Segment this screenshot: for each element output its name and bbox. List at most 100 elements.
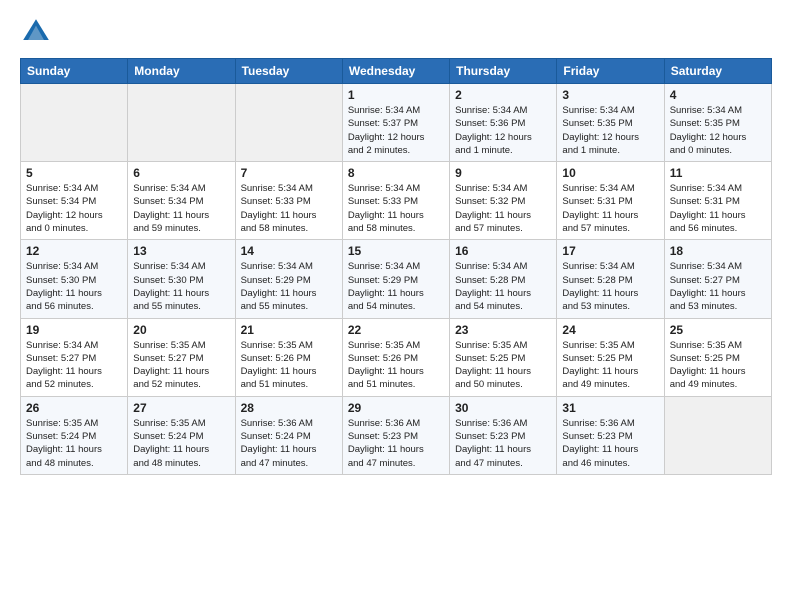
calendar-cell: 7 Sunrise: 5:34 AM Sunset: 5:33 PM Daylig…	[235, 162, 342, 240]
logo-icon	[20, 16, 52, 48]
calendar-cell: 4 Sunrise: 5:34 AM Sunset: 5:35 PM Daylig…	[664, 84, 771, 162]
weekday-wednesday: Wednesday	[342, 59, 449, 84]
calendar-cell: 31 Sunrise: 5:36 AM Sunset: 5:23 PM Dayli…	[557, 396, 664, 474]
calendar-cell: 12 Sunrise: 5:34 AM Sunset: 5:30 PM Dayli…	[21, 240, 128, 318]
day-number: 31	[562, 401, 658, 415]
calendar-cell: 11 Sunrise: 5:34 AM Sunset: 5:31 PM Dayli…	[664, 162, 771, 240]
day-number: 17	[562, 244, 658, 258]
day-info: Sunrise: 5:35 AM Sunset: 5:27 PM Dayligh…	[133, 339, 229, 392]
day-info: Sunrise: 5:36 AM Sunset: 5:23 PM Dayligh…	[562, 417, 658, 470]
day-info: Sunrise: 5:36 AM Sunset: 5:24 PM Dayligh…	[241, 417, 337, 470]
day-info: Sunrise: 5:34 AM Sunset: 5:27 PM Dayligh…	[670, 260, 766, 313]
page: SundayMondayTuesdayWednesdayThursdayFrid…	[0, 0, 792, 487]
day-number: 4	[670, 88, 766, 102]
day-info: Sunrise: 5:34 AM Sunset: 5:30 PM Dayligh…	[26, 260, 122, 313]
logo	[20, 16, 58, 48]
day-info: Sunrise: 5:36 AM Sunset: 5:23 PM Dayligh…	[348, 417, 444, 470]
day-number: 30	[455, 401, 551, 415]
calendar-cell: 26 Sunrise: 5:35 AM Sunset: 5:24 PM Dayli…	[21, 396, 128, 474]
day-number: 27	[133, 401, 229, 415]
day-info: Sunrise: 5:34 AM Sunset: 5:33 PM Dayligh…	[241, 182, 337, 235]
calendar-cell	[21, 84, 128, 162]
calendar-cell: 30 Sunrise: 5:36 AM Sunset: 5:23 PM Dayli…	[450, 396, 557, 474]
day-number: 14	[241, 244, 337, 258]
day-number: 25	[670, 323, 766, 337]
day-number: 3	[562, 88, 658, 102]
day-info: Sunrise: 5:34 AM Sunset: 5:33 PM Dayligh…	[348, 182, 444, 235]
day-info: Sunrise: 5:34 AM Sunset: 5:28 PM Dayligh…	[455, 260, 551, 313]
calendar-cell: 17 Sunrise: 5:34 AM Sunset: 5:28 PM Dayli…	[557, 240, 664, 318]
calendar-cell: 27Sunrise: 5:35 AM Sunset: 5:24 PM Dayli…	[128, 396, 235, 474]
day-info: Sunrise: 5:34 AM Sunset: 5:35 PM Dayligh…	[670, 104, 766, 157]
day-info: Sunrise: 5:34 AM Sunset: 5:37 PM Dayligh…	[348, 104, 444, 157]
day-info: Sunrise: 5:35 AM Sunset: 5:25 PM Dayligh…	[670, 339, 766, 392]
day-number: 21	[241, 323, 337, 337]
day-info: Sunrise: 5:34 AM Sunset: 5:36 PM Dayligh…	[455, 104, 551, 157]
calendar-week-2: 5 Sunrise: 5:34 AM Sunset: 5:34 PM Daylig…	[21, 162, 772, 240]
day-number: 28	[241, 401, 337, 415]
day-info: Sunrise: 5:34 AM Sunset: 5:34 PM Dayligh…	[26, 182, 122, 235]
calendar-cell: 9Sunrise: 5:34 AM Sunset: 5:32 PM Daylig…	[450, 162, 557, 240]
day-info: Sunrise: 5:35 AM Sunset: 5:26 PM Dayligh…	[241, 339, 337, 392]
calendar-cell: 21 Sunrise: 5:35 AM Sunset: 5:26 PM Dayli…	[235, 318, 342, 396]
day-info: Sunrise: 5:35 AM Sunset: 5:24 PM Dayligh…	[26, 417, 122, 470]
calendar-cell: 8 Sunrise: 5:34 AM Sunset: 5:33 PM Daylig…	[342, 162, 449, 240]
day-number: 7	[241, 166, 337, 180]
calendar-cell: 28 Sunrise: 5:36 AM Sunset: 5:24 PM Dayli…	[235, 396, 342, 474]
calendar-cell: 3Sunrise: 5:34 AM Sunset: 5:35 PM Daylig…	[557, 84, 664, 162]
day-info: Sunrise: 5:35 AM Sunset: 5:25 PM Dayligh…	[455, 339, 551, 392]
calendar-week-3: 12 Sunrise: 5:34 AM Sunset: 5:30 PM Dayli…	[21, 240, 772, 318]
day-number: 26	[26, 401, 122, 415]
weekday-saturday: Saturday	[664, 59, 771, 84]
calendar-cell: 18 Sunrise: 5:34 AM Sunset: 5:27 PM Dayli…	[664, 240, 771, 318]
day-info: Sunrise: 5:34 AM Sunset: 5:34 PM Dayligh…	[133, 182, 229, 235]
calendar-cell: 13Sunrise: 5:34 AM Sunset: 5:30 PM Dayli…	[128, 240, 235, 318]
day-number: 19	[26, 323, 122, 337]
day-number: 11	[670, 166, 766, 180]
day-info: Sunrise: 5:34 AM Sunset: 5:31 PM Dayligh…	[670, 182, 766, 235]
calendar-cell: 14 Sunrise: 5:34 AM Sunset: 5:29 PM Dayli…	[235, 240, 342, 318]
calendar-cell	[128, 84, 235, 162]
calendar-cell: 24 Sunrise: 5:35 AM Sunset: 5:25 PM Dayli…	[557, 318, 664, 396]
weekday-monday: Monday	[128, 59, 235, 84]
calendar-cell: 23 Sunrise: 5:35 AM Sunset: 5:25 PM Dayli…	[450, 318, 557, 396]
calendar-cell: 20 Sunrise: 5:35 AM Sunset: 5:27 PM Dayli…	[128, 318, 235, 396]
calendar-cell: 19 Sunrise: 5:34 AM Sunset: 5:27 PM Dayli…	[21, 318, 128, 396]
day-number: 13	[133, 244, 229, 258]
day-info: Sunrise: 5:36 AM Sunset: 5:23 PM Dayligh…	[455, 417, 551, 470]
day-number: 1	[348, 88, 444, 102]
day-number: 20	[133, 323, 229, 337]
day-number: 8	[348, 166, 444, 180]
day-number: 12	[26, 244, 122, 258]
day-info: Sunrise: 5:34 AM Sunset: 5:29 PM Dayligh…	[241, 260, 337, 313]
day-info: Sunrise: 5:35 AM Sunset: 5:26 PM Dayligh…	[348, 339, 444, 392]
day-info: Sunrise: 5:34 AM Sunset: 5:28 PM Dayligh…	[562, 260, 658, 313]
weekday-sunday: Sunday	[21, 59, 128, 84]
calendar-cell	[664, 396, 771, 474]
weekday-friday: Friday	[557, 59, 664, 84]
day-number: 22	[348, 323, 444, 337]
calendar-week-1: 1 Sunrise: 5:34 AM Sunset: 5:37 PM Daylig…	[21, 84, 772, 162]
calendar-cell: 15Sunrise: 5:34 AM Sunset: 5:29 PM Dayli…	[342, 240, 449, 318]
day-number: 18	[670, 244, 766, 258]
day-info: Sunrise: 5:34 AM Sunset: 5:31 PM Dayligh…	[562, 182, 658, 235]
calendar-cell: 25 Sunrise: 5:35 AM Sunset: 5:25 PM Dayli…	[664, 318, 771, 396]
calendar-cell: 22 Sunrise: 5:35 AM Sunset: 5:26 PM Dayli…	[342, 318, 449, 396]
calendar-week-5: 26 Sunrise: 5:35 AM Sunset: 5:24 PM Dayli…	[21, 396, 772, 474]
calendar-cell: 6Sunrise: 5:34 AM Sunset: 5:34 PM Daylig…	[128, 162, 235, 240]
calendar-cell: 16 Sunrise: 5:34 AM Sunset: 5:28 PM Dayli…	[450, 240, 557, 318]
day-number: 16	[455, 244, 551, 258]
weekday-tuesday: Tuesday	[235, 59, 342, 84]
calendar-week-4: 19 Sunrise: 5:34 AM Sunset: 5:27 PM Dayli…	[21, 318, 772, 396]
day-info: Sunrise: 5:35 AM Sunset: 5:25 PM Dayligh…	[562, 339, 658, 392]
calendar-cell: 10Sunrise: 5:34 AM Sunset: 5:31 PM Dayli…	[557, 162, 664, 240]
day-number: 23	[455, 323, 551, 337]
calendar-cell: 29Sunrise: 5:36 AM Sunset: 5:23 PM Dayli…	[342, 396, 449, 474]
day-number: 5	[26, 166, 122, 180]
calendar-cell: 5 Sunrise: 5:34 AM Sunset: 5:34 PM Daylig…	[21, 162, 128, 240]
weekday-thursday: Thursday	[450, 59, 557, 84]
weekday-header-row: SundayMondayTuesdayWednesdayThursdayFrid…	[21, 59, 772, 84]
day-info: Sunrise: 5:34 AM Sunset: 5:27 PM Dayligh…	[26, 339, 122, 392]
day-number: 24	[562, 323, 658, 337]
day-number: 15	[348, 244, 444, 258]
